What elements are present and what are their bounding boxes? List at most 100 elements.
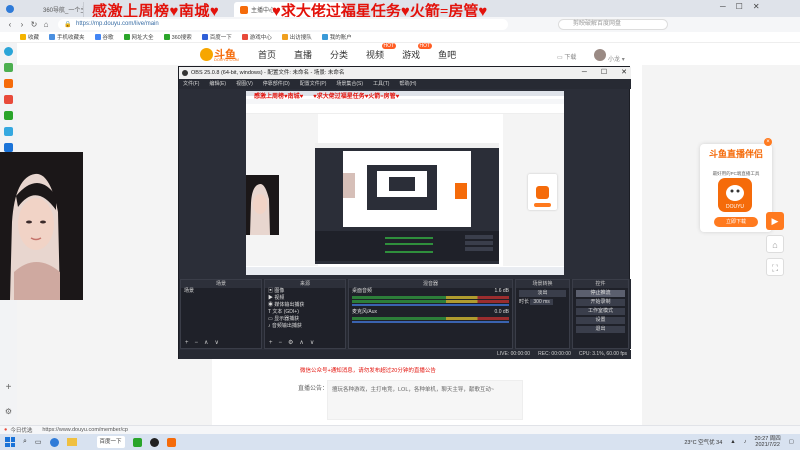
source-item[interactable]: ♪ 音频输出捕获: [265, 323, 345, 330]
obs-menu-item[interactable]: 视图(V): [236, 79, 253, 89]
taskbar-green-app-icon[interactable]: [132, 437, 142, 447]
windows-start-icon[interactable]: [5, 437, 15, 447]
sidebar-chat-icon[interactable]: [4, 111, 13, 120]
settings-button[interactable]: 设置: [576, 317, 625, 324]
refresh-icon[interactable]: ↻: [28, 20, 40, 29]
nav-live[interactable]: 直播: [294, 48, 312, 61]
nav-game[interactable]: 游戏 HOT: [402, 43, 433, 61]
taskbar-edge-icon[interactable]: [49, 437, 59, 447]
down-icon[interactable]: ∨: [214, 339, 218, 348]
down-icon[interactable]: ∨: [310, 339, 314, 348]
exit-button[interactable]: 退出: [576, 326, 625, 333]
hot-badge: HOT: [381, 43, 397, 49]
obs-close-icon[interactable]: ✕: [621, 67, 627, 79]
nav-fishbar[interactable]: 鱼吧: [438, 48, 456, 61]
url-field[interactable]: 🔒 https://mp.douyu.com/live/main: [58, 19, 508, 30]
duration-field[interactable]: 时长 300 ms: [516, 299, 569, 306]
sidebar-pay-icon[interactable]: [4, 143, 13, 152]
clock[interactable]: 20:27 周四 2021/7/22: [754, 436, 780, 448]
remove-icon[interactable]: −: [279, 339, 283, 348]
obs-menu-item[interactable]: 文件(F): [183, 79, 199, 89]
volume-slider[interactable]: [352, 321, 509, 323]
tab-360nav[interactable]: 360导航_一个主页，: [34, 2, 84, 17]
promo-download-button[interactable]: 立即下载: [714, 217, 758, 227]
bookmark-item[interactable]: 我的账户: [321, 33, 352, 41]
network-icon[interactable]: ▲: [730, 439, 735, 445]
bookmark-item[interactable]: 收藏: [20, 33, 39, 41]
obs-menu-item[interactable]: 编辑(E): [209, 79, 226, 89]
source-item[interactable]: ▣ 图像: [265, 288, 345, 295]
float-home-icon[interactable]: ⌂: [766, 235, 784, 253]
task-view-icon[interactable]: ▭: [35, 438, 42, 446]
bookmark-item[interactable]: 游戏中心: [241, 33, 272, 41]
obs-menu-item[interactable]: 停靠部件(D): [263, 79, 290, 89]
back-icon[interactable]: ‹: [4, 20, 16, 29]
obs-menu-item[interactable]: 场景集合(S): [336, 79, 363, 89]
taskbar-folder-icon[interactable]: [66, 438, 77, 446]
add-icon[interactable]: +: [185, 339, 189, 348]
tips-label[interactable]: 今日优选: [10, 426, 32, 434]
nav-category[interactable]: 分类: [330, 48, 348, 61]
float-play-icon[interactable]: ▶: [766, 212, 784, 230]
user-menu[interactable]: 小龙 ▾: [594, 49, 625, 63]
up-icon[interactable]: ∧: [204, 339, 208, 348]
obs-menu-item[interactable]: 工具(T): [373, 79, 389, 89]
controls-dock: 控件 停止推流 开始录制 工作室模式 设置 退出: [572, 279, 629, 349]
taskbar-browser-app[interactable]: 百度一下: [96, 436, 125, 448]
sidebar-cloud-icon[interactable]: [4, 127, 13, 136]
float-fullscreen-icon[interactable]: ⛶: [766, 258, 784, 276]
obs-preview-canvas[interactable]: 感激上周榜♥南城♥ ♥求大佬过福星任务♥火箭=房管♥: [246, 91, 564, 275]
remove-icon[interactable]: −: [195, 339, 199, 348]
nav-home[interactable]: 首页: [258, 48, 276, 61]
forward-icon[interactable]: ›: [16, 20, 28, 29]
start-recording-button[interactable]: 开始录制: [576, 299, 625, 306]
stop-streaming-button[interactable]: 停止推流: [576, 290, 625, 297]
obs-menu-item[interactable]: 配置文件(P): [300, 79, 327, 89]
bookmark-item[interactable]: 360搜索: [163, 33, 192, 41]
gear-icon[interactable]: ⚙: [288, 339, 293, 348]
close-window-icon[interactable]: ✕: [753, 2, 760, 11]
sidebar-video-icon[interactable]: [4, 95, 13, 104]
minimize-icon[interactable]: ─: [720, 2, 726, 11]
weather-text[interactable]: 23°C 空气优 34: [684, 438, 722, 446]
sidebar-add-icon[interactable]: +: [4, 383, 13, 393]
maximize-icon[interactable]: ☐: [736, 2, 743, 11]
bookmark-item[interactable]: 网址大全: [123, 33, 154, 41]
dock-toolbar: + − ⚙ ∧ ∨: [265, 339, 345, 348]
obs-maximize-icon[interactable]: ☐: [601, 67, 607, 79]
scene-item[interactable]: 场景: [181, 288, 261, 295]
download-link[interactable]: ▭ 下载: [557, 52, 576, 61]
nav-video[interactable]: 视频 HOT: [366, 43, 397, 61]
notifications-icon[interactable]: ▢: [789, 439, 794, 445]
transition-select[interactable]: 淡出: [519, 290, 566, 297]
sidebar-browser-icon[interactable]: [4, 47, 13, 56]
taskbar-douyu-icon[interactable]: [166, 437, 176, 447]
source-item[interactable]: T 文本 (GDI+): [265, 309, 345, 316]
obs-menu-item[interactable]: 帮助(H): [399, 79, 416, 89]
notice-textarea[interactable]: 擅玩各种游戏，主打电竞，LOL，各种单机，聊天主导，献歌互动~: [327, 380, 523, 420]
game-icon: [241, 34, 248, 40]
source-item[interactable]: ▶ 视频: [265, 295, 345, 302]
taskbar-search-icon[interactable]: ⌕: [23, 438, 27, 446]
browser-logo-icon[interactable]: [6, 4, 14, 13]
taskbar-obs-icon[interactable]: [149, 437, 159, 447]
obs-minimize-icon[interactable]: ─: [582, 67, 587, 79]
add-icon[interactable]: +: [269, 339, 273, 348]
source-item[interactable]: ▭ 显示器捕获: [265, 316, 345, 323]
source-item[interactable]: ◉ 媒体输出捕获: [265, 302, 345, 309]
volume-icon[interactable]: ♪: [744, 439, 747, 445]
home-icon[interactable]: ⌂: [40, 20, 52, 29]
volume-slider[interactable]: [352, 304, 509, 306]
sidebar-weibo-icon[interactable]: [4, 79, 13, 88]
studio-mode-button[interactable]: 工作室模式: [576, 308, 625, 315]
browser-search-input[interactable]: 剪映破解百度网盘: [558, 19, 668, 30]
bookmark-item[interactable]: 出访搜队: [281, 33, 312, 41]
bookmark-item[interactable]: 手机收藏夹: [49, 33, 85, 41]
sidebar-mail-icon[interactable]: [4, 63, 13, 72]
bookmark-item[interactable]: 谷歌: [94, 33, 114, 41]
promo-close-icon[interactable]: ×: [764, 138, 772, 146]
bookmark-item[interactable]: 百度一下: [201, 33, 232, 41]
sidebar-settings-icon[interactable]: ⚙: [4, 407, 13, 416]
douyu-logo[interactable]: 斗鱼 DOUYU.COM: [200, 46, 240, 62]
up-icon[interactable]: ∧: [299, 339, 303, 348]
